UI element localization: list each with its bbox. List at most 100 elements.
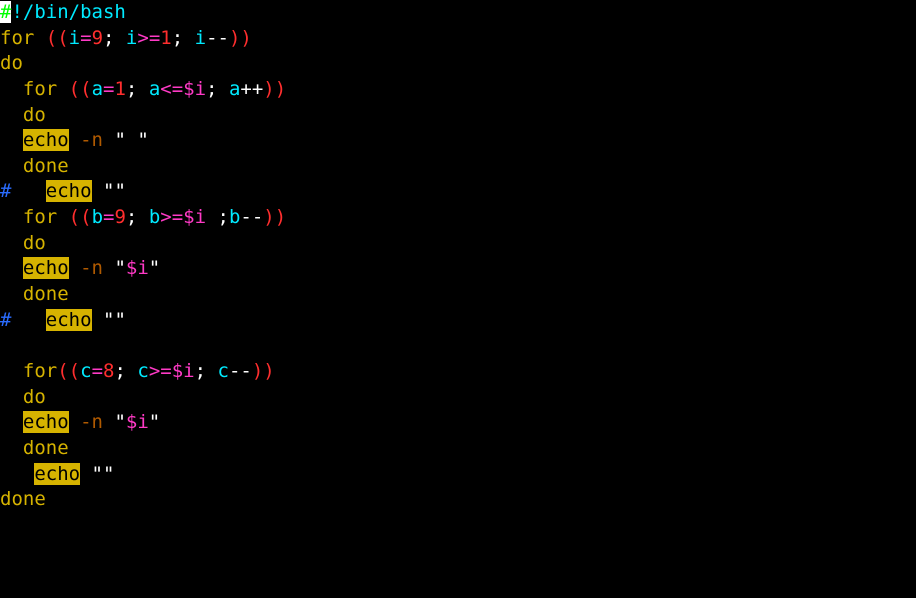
code-token: ++ bbox=[240, 78, 263, 100]
code-token: -- bbox=[206, 27, 229, 49]
code-token: echo bbox=[34, 463, 80, 485]
code-token bbox=[92, 309, 103, 331]
code-token: 9 bbox=[92, 27, 103, 49]
code-token: )) bbox=[263, 206, 286, 228]
code-token: do bbox=[23, 104, 46, 126]
code-token: " bbox=[114, 411, 125, 433]
code-line: #!/bin/bash bbox=[0, 0, 916, 26]
code-token bbox=[0, 104, 23, 126]
code-token: " bbox=[149, 411, 160, 433]
code-token bbox=[80, 463, 91, 485]
code-token bbox=[0, 283, 23, 305]
code-token: -n bbox=[80, 411, 103, 433]
code-line: echo "" bbox=[0, 462, 916, 488]
code-token: 1 bbox=[160, 27, 171, 49]
code-token: (( bbox=[69, 78, 92, 100]
code-token: done bbox=[0, 488, 46, 510]
code-token bbox=[0, 411, 23, 433]
code-line: do bbox=[0, 103, 916, 129]
code-token: $i bbox=[126, 411, 149, 433]
code-token: ; bbox=[206, 78, 229, 100]
code-token: !/bin/bash bbox=[11, 1, 125, 23]
code-token: " bbox=[149, 257, 160, 279]
code-token: b bbox=[149, 206, 160, 228]
code-token bbox=[11, 309, 45, 331]
code-token: done bbox=[23, 437, 69, 459]
code-token: -n bbox=[80, 129, 103, 151]
code-token bbox=[0, 206, 23, 228]
code-token: for bbox=[23, 360, 57, 382]
code-token bbox=[0, 257, 23, 279]
code-token bbox=[34, 27, 45, 49]
code-token: 8 bbox=[103, 360, 114, 382]
code-token: # bbox=[0, 309, 11, 331]
code-line: done bbox=[0, 154, 916, 180]
code-token: echo bbox=[23, 129, 69, 151]
code-token: " " bbox=[114, 129, 148, 151]
code-token: ; bbox=[206, 206, 229, 228]
code-token: <= bbox=[160, 78, 183, 100]
code-token: echo bbox=[23, 411, 69, 433]
code-token bbox=[0, 232, 23, 254]
code-line bbox=[0, 333, 916, 359]
code-token: do bbox=[0, 52, 23, 74]
code-token: do bbox=[23, 232, 46, 254]
code-token: a bbox=[229, 78, 240, 100]
code-token: ; bbox=[172, 27, 195, 49]
code-token: -n bbox=[80, 257, 103, 279]
code-token: -- bbox=[240, 206, 263, 228]
code-token: i bbox=[69, 27, 80, 49]
code-token bbox=[0, 78, 23, 100]
code-token bbox=[69, 411, 80, 433]
code-editor[interactable]: #!/bin/bashfor ((i=9; i>=1; i--))do for … bbox=[0, 0, 916, 513]
code-token bbox=[57, 206, 68, 228]
code-line: # echo "" bbox=[0, 308, 916, 334]
code-token: = bbox=[80, 27, 91, 49]
code-token: do bbox=[23, 386, 46, 408]
code-token: -- bbox=[229, 360, 252, 382]
code-token: >= bbox=[137, 27, 160, 49]
code-token bbox=[0, 155, 23, 177]
code-token: b bbox=[92, 206, 103, 228]
code-token: "" bbox=[92, 463, 115, 485]
code-line: done bbox=[0, 282, 916, 308]
code-token: (( bbox=[69, 206, 92, 228]
code-token: ; bbox=[114, 360, 137, 382]
code-token bbox=[0, 386, 23, 408]
code-token: i bbox=[126, 27, 137, 49]
code-token bbox=[103, 129, 114, 151]
code-line: done bbox=[0, 436, 916, 462]
code-token: done bbox=[23, 283, 69, 305]
code-token: >= bbox=[160, 206, 183, 228]
code-line: # echo "" bbox=[0, 179, 916, 205]
code-line: for ((i=9; i>=1; i--)) bbox=[0, 26, 916, 52]
code-token bbox=[11, 180, 45, 202]
code-token bbox=[103, 411, 114, 433]
code-line: echo -n "$i" bbox=[0, 410, 916, 436]
code-token bbox=[0, 360, 23, 382]
code-line: do bbox=[0, 385, 916, 411]
code-token bbox=[69, 257, 80, 279]
code-token: echo bbox=[23, 257, 69, 279]
code-token: # bbox=[0, 1, 11, 23]
code-token: echo bbox=[46, 309, 92, 331]
code-token: 9 bbox=[114, 206, 125, 228]
code-token: # bbox=[0, 180, 11, 202]
code-token: echo bbox=[46, 180, 92, 202]
code-token: $i bbox=[172, 360, 195, 382]
code-token: $i bbox=[126, 257, 149, 279]
code-line: for ((b=9; b>=$i ;b--)) bbox=[0, 205, 916, 231]
code-token: ; bbox=[126, 78, 149, 100]
code-token: a bbox=[92, 78, 103, 100]
code-token: for bbox=[23, 78, 57, 100]
code-token: "" bbox=[103, 309, 126, 331]
code-token: for bbox=[23, 206, 57, 228]
code-line: done bbox=[0, 487, 916, 513]
code-line: for((c=8; c>=$i; c--)) bbox=[0, 359, 916, 385]
code-token: >= bbox=[149, 360, 172, 382]
code-line: do bbox=[0, 51, 916, 77]
code-line: echo -n "$i" bbox=[0, 256, 916, 282]
code-token: c bbox=[217, 360, 228, 382]
code-token: = bbox=[103, 78, 114, 100]
code-token: = bbox=[103, 206, 114, 228]
